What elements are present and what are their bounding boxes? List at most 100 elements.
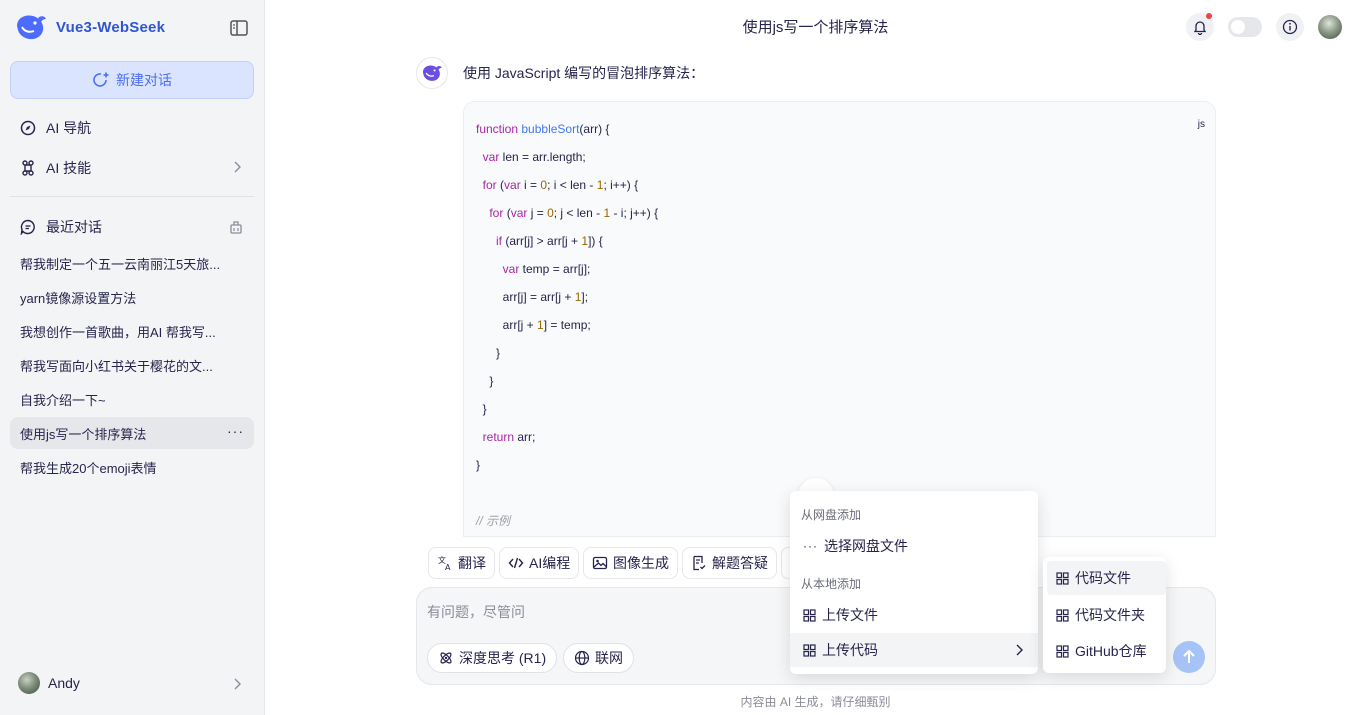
- problem-solving-button[interactable]: 解题答疑: [682, 547, 777, 579]
- disclaimer: 内容由 AI 生成，请仔细甄别: [740, 695, 891, 709]
- upload-menu: 从网盘添加 ··· 选择网盘文件 从本地添加 上传文件 上传代码: [790, 491, 1038, 674]
- code-content: function bubbleSort(arr) { var len = arr…: [476, 119, 659, 536]
- ai-coding-button[interactable]: AI编程: [499, 547, 580, 579]
- menu-item-upload-file[interactable]: 上传文件: [790, 598, 1038, 632]
- avatar: [18, 672, 40, 694]
- recent-title: 最近对话: [46, 219, 102, 235]
- menu-item-label: 上传文件: [822, 607, 878, 623]
- whale-logo-icon: [422, 65, 442, 81]
- new-chat-label: 新建对话: [116, 72, 172, 88]
- submenu-item-github-repo[interactable]: GitHub仓库: [1047, 634, 1166, 668]
- submenu-item-label: 代码文件夹: [1075, 607, 1145, 623]
- history-item[interactable]: yarn镜像源设置方法: [10, 281, 254, 313]
- arrow-up-icon: [1183, 649, 1195, 663]
- history-item[interactable]: 我想创作一首歌曲，用AI 帮我写...: [10, 315, 254, 347]
- user-profile[interactable]: Andy: [18, 672, 80, 694]
- submenu-item-label: 代码文件: [1075, 570, 1131, 586]
- deep-think-toggle[interactable]: 深度思考 (R1): [427, 643, 558, 673]
- document-check-icon: [693, 555, 706, 571]
- new-chat-icon: [93, 72, 109, 87]
- upload-code-submenu: 代码文件 代码文件夹 GitHub仓库: [1043, 557, 1166, 673]
- translate-button[interactable]: 文 A 翻译: [428, 547, 495, 579]
- history-item-label: 使用js写一个排序算法: [20, 426, 147, 442]
- new-chat-button[interactable]: 新建对话: [10, 61, 254, 99]
- menu-group-cloud: 从网盘添加: [801, 508, 862, 522]
- history-item[interactable]: 帮我写面向小红书关于樱花的文...: [10, 349, 254, 381]
- menu-item-label: 上传代码: [822, 642, 878, 658]
- translate-icon: 文 A: [438, 555, 451, 571]
- web-search-toggle[interactable]: 联网: [563, 643, 634, 673]
- info-button[interactable]: [1276, 13, 1304, 41]
- code-line: var len = arr.length;: [482, 150, 586, 164]
- code-line: }: [476, 374, 494, 388]
- sidebar-divider: [10, 196, 254, 197]
- menu-group-local: 从本地添加: [801, 577, 862, 591]
- code-icon: [508, 557, 524, 569]
- info-icon: [1282, 19, 1298, 35]
- more-options-icon[interactable]: ···: [227, 423, 244, 439]
- chevron-right-icon: [234, 161, 241, 173]
- history-item-label: 我想创作一首歌曲，用AI 帮我写...: [20, 324, 216, 340]
- image-generation-label: 图像生成: [613, 555, 669, 571]
- notifications-button[interactable]: [1186, 13, 1214, 41]
- brand[interactable]: Vue3-WebSeek: [14, 12, 165, 42]
- atom-icon: [440, 652, 452, 664]
- ai-coding-label: AI编程: [529, 555, 571, 571]
- user-name: Andy: [48, 675, 80, 691]
- chevron-right-icon: [1016, 644, 1023, 656]
- history-item[interactable]: 自我介绍一下~: [10, 383, 254, 415]
- theme-toggle[interactable]: [1228, 17, 1262, 37]
- compass-icon: [20, 120, 36, 136]
- grid-icon: [1056, 608, 1069, 622]
- clear-history-icon[interactable]: [228, 219, 244, 235]
- header-avatar[interactable]: [1318, 15, 1342, 39]
- nav-label: AI 导航: [46, 120, 92, 136]
- history-item-active[interactable]: 使用js写一个排序算法 ···: [10, 417, 254, 449]
- history-item-label: 自我介绍一下~: [20, 392, 106, 408]
- code-line: var temp = arr[j];: [502, 262, 591, 276]
- menu-item-cloud-file[interactable]: ··· 选择网盘文件: [790, 529, 1038, 563]
- assistant-message-intro: 使用 JavaScript 编写的冒泡排序算法：: [463, 65, 705, 81]
- assistant-avatar: [416, 57, 448, 89]
- nav-label: AI 技能: [46, 160, 92, 176]
- globe-icon: [574, 650, 590, 666]
- grid-icon: [1056, 644, 1069, 658]
- history-item[interactable]: 帮我制定一个五一云南丽江5天旅...: [10, 247, 254, 279]
- history-item-label: 帮我制定一个五一云南丽江5天旅...: [20, 256, 221, 272]
- nav-ai-skills[interactable]: AI 技能: [10, 150, 254, 186]
- notification-dot: [1206, 13, 1212, 19]
- grid-icon: [1056, 571, 1069, 585]
- sidebar: Vue3-WebSeek 新建对话 AI 导航 AI 技能 最近对话 帮我制定一…: [0, 0, 265, 715]
- code-block: js function bubbleSort(arr) { var len = …: [463, 101, 1216, 537]
- bell-icon: [1193, 21, 1207, 35]
- code-line: }: [476, 402, 487, 416]
- header-actions: [1186, 13, 1342, 41]
- nav-ai-navigation[interactable]: AI 导航: [10, 110, 254, 146]
- history-item-label: yarn镜像源设置方法: [20, 290, 137, 306]
- code-line: arr[j + 1] = temp;: [476, 318, 591, 332]
- send-button[interactable]: [1173, 641, 1205, 673]
- code-line: for (var i = 0; i < len - 1; i++) {: [482, 178, 639, 192]
- code-line: if (arr[j] > arr[j + 1]) {: [496, 234, 603, 248]
- submenu-item-label: GitHub仓库: [1075, 643, 1147, 659]
- code-line: function bubbleSort(arr) {: [476, 122, 610, 136]
- sidebar-collapse-icon[interactable]: [229, 19, 249, 37]
- code-line: return arr;: [482, 430, 536, 444]
- history-item[interactable]: 帮我生成20个emoji表情: [10, 451, 254, 483]
- code-line: for (var j = 0; j < len - 1 - i; j++) {: [489, 206, 659, 220]
- translate-label: 翻译: [458, 555, 486, 571]
- chevron-right-icon[interactable]: [232, 678, 242, 690]
- whale-logo-icon: [17, 15, 46, 40]
- code-line: arr[j] = arr[j + 1];: [476, 290, 589, 304]
- code-line: // 示例: [476, 514, 511, 528]
- command-icon: [22, 160, 34, 176]
- menu-item-upload-code[interactable]: 上传代码: [790, 633, 1038, 667]
- deep-think-label: 深度思考 (R1): [459, 650, 547, 666]
- menu-item-label: 选择网盘文件: [824, 538, 908, 554]
- image-generation-button[interactable]: 图像生成: [583, 547, 678, 579]
- grid-icon: [803, 643, 816, 657]
- submenu-item-code-file[interactable]: 代码文件: [1047, 561, 1166, 595]
- problem-solving-label: 解题答疑: [712, 555, 768, 571]
- submenu-item-code-folder[interactable]: 代码文件夹: [1047, 598, 1166, 632]
